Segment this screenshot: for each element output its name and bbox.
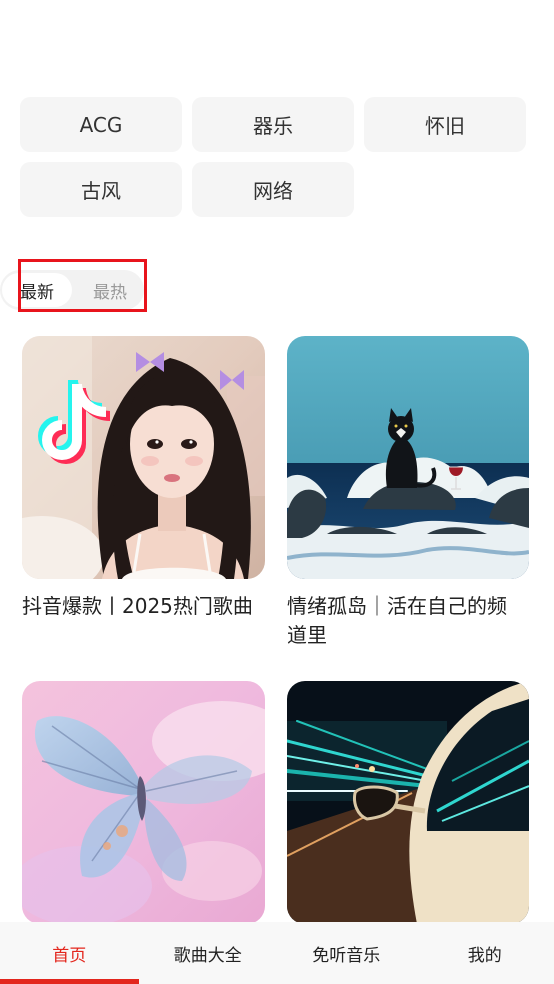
active-tab-indicator bbox=[0, 979, 139, 984]
category-chip-acg[interactable]: ACG bbox=[20, 97, 182, 152]
playlist-cover-image[interactable] bbox=[22, 681, 265, 924]
category-chip-nostalgia[interactable]: 怀旧 bbox=[364, 97, 526, 152]
category-chip-internet[interactable]: 网络 bbox=[192, 162, 354, 217]
nav-tab-free-music[interactable]: 免听音乐 bbox=[277, 922, 416, 984]
playlist-title: 情绪孤岛｜活在自己的频道里 bbox=[287, 594, 507, 647]
playlist-card[interactable] bbox=[22, 681, 265, 924]
bottom-nav: 首页 歌曲大全 免听音乐 我的 bbox=[0, 922, 554, 984]
cover-art-portrait bbox=[22, 336, 265, 579]
cover-art-night-drive bbox=[287, 681, 529, 924]
playlist-card[interactable]: 情绪孤岛｜活在自己的频道里 bbox=[287, 336, 529, 650]
playlist-cover-image[interactable] bbox=[287, 336, 529, 579]
category-chip-ancient-style[interactable]: 古风 bbox=[20, 162, 182, 217]
sort-toggle: 最新 最热 bbox=[0, 270, 144, 310]
cover-art-butterfly bbox=[22, 681, 265, 924]
category-chip-instrumental[interactable]: 器乐 bbox=[192, 97, 354, 152]
nav-tab-label: 歌曲大全 bbox=[173, 945, 242, 966]
nav-tab-home[interactable]: 首页 bbox=[0, 922, 139, 984]
nav-tab-label: 我的 bbox=[467, 945, 502, 966]
category-chips: ACG 器乐 怀旧 古风 网络 bbox=[20, 97, 526, 217]
nav-tab-label: 首页 bbox=[52, 945, 87, 966]
sort-option-hottest[interactable]: 最热 bbox=[75, 273, 145, 307]
playlist-title: 抖音爆款丨2025热门歌曲 bbox=[22, 594, 253, 618]
playlist-card[interactable] bbox=[287, 681, 529, 924]
sort-option-newest[interactable]: 最新 bbox=[2, 273, 72, 307]
nav-tab-me[interactable]: 我的 bbox=[416, 922, 554, 984]
cover-art-cat-sea bbox=[287, 336, 529, 579]
playlist-cover-image[interactable] bbox=[287, 681, 529, 924]
playlist-cover-image[interactable] bbox=[22, 336, 265, 579]
nav-tab-all-songs[interactable]: 歌曲大全 bbox=[139, 922, 278, 984]
playlist-card[interactable]: 抖音爆款丨2025热门歌曲 bbox=[22, 336, 265, 621]
nav-tab-label: 免听音乐 bbox=[312, 945, 381, 966]
